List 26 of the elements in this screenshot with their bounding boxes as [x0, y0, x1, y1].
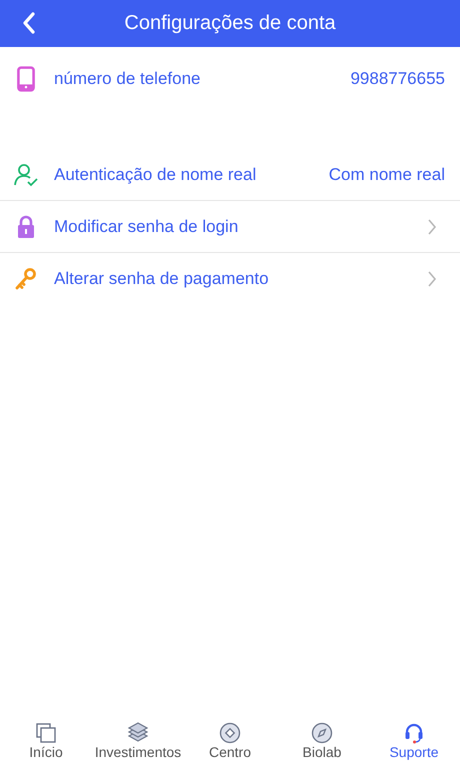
- row-value: 9988776655: [350, 69, 445, 89]
- compass-icon: [311, 722, 333, 744]
- row-label: Alterar senha de pagamento: [54, 268, 270, 288]
- headset-icon: [403, 722, 425, 744]
- key-icon: [13, 266, 39, 290]
- squares-icon: [35, 722, 57, 744]
- settings-row[interactable]: Modificar senha de login: [0, 201, 460, 253]
- page-title: Configurações de conta: [124, 12, 336, 35]
- nav-tab[interactable]: Início: [0, 720, 92, 760]
- user-check-icon: [13, 162, 39, 186]
- disc-icon: [219, 722, 241, 744]
- settings-row[interactable]: Autenticação de nome real Com nome real: [0, 149, 460, 201]
- row-label: Autenticação de nome real: [54, 164, 258, 184]
- settings-row[interactable]: Alterar senha de pagamento: [0, 253, 460, 304]
- nav-tab[interactable]: Biolab: [276, 720, 368, 760]
- row-label: Modificar senha de login: [54, 216, 240, 236]
- layers-icon: [127, 722, 149, 744]
- nav-tab[interactable]: Suporte: [368, 720, 460, 760]
- chevron-right-icon: [427, 270, 437, 288]
- settings-row[interactable]: número de telefone 9988776655: [0, 47, 460, 111]
- back-icon[interactable]: [22, 12, 36, 34]
- nav-tab[interactable]: Investimentos: [92, 720, 184, 760]
- row-value: Com nome real: [328, 164, 445, 184]
- chevron-right-icon: [427, 218, 437, 236]
- row-label: número de telefone: [54, 69, 202, 89]
- nav-tab[interactable]: Centro: [184, 720, 276, 760]
